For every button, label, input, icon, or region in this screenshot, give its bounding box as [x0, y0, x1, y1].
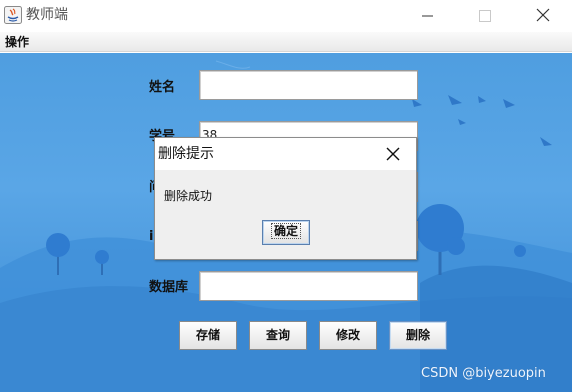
- modify-button[interactable]: 修改: [319, 321, 377, 350]
- dialog-close-button[interactable]: [381, 142, 405, 166]
- maximize-button[interactable]: [456, 0, 512, 32]
- close-icon: [386, 147, 400, 161]
- delete-dialog: 删除提示 删除成功 确定: [154, 137, 417, 260]
- database-label: 数据库: [149, 280, 189, 295]
- query-button[interactable]: 查询: [249, 321, 307, 350]
- watermark: CSDN @biyezuopin: [421, 366, 546, 381]
- window-title: 教师端: [26, 7, 68, 23]
- window-titlebar: 教师端: [0, 0, 572, 32]
- name-label: 姓名: [149, 80, 176, 95]
- dialog-ok-label: 确定: [270, 223, 301, 239]
- delete-button[interactable]: 删除: [389, 321, 447, 350]
- dialog-titlebar: 删除提示: [155, 138, 416, 170]
- maximize-icon: [479, 10, 491, 22]
- save-button[interactable]: 存储: [179, 321, 237, 350]
- java-app-icon: [4, 6, 22, 24]
- close-button[interactable]: [514, 0, 570, 32]
- dialog-message: 删除成功: [164, 189, 213, 203]
- menu-bar: 操作: [0, 32, 572, 52]
- minimize-icon: [422, 15, 433, 17]
- name-field[interactable]: [199, 70, 418, 100]
- minimize-button[interactable]: [400, 0, 456, 32]
- close-icon: [536, 8, 550, 22]
- database-field[interactable]: [199, 271, 418, 301]
- dialog-ok-button[interactable]: 确定: [262, 220, 310, 245]
- dialog-title: 删除提示: [158, 146, 214, 162]
- menu-operate[interactable]: 操作: [5, 34, 29, 50]
